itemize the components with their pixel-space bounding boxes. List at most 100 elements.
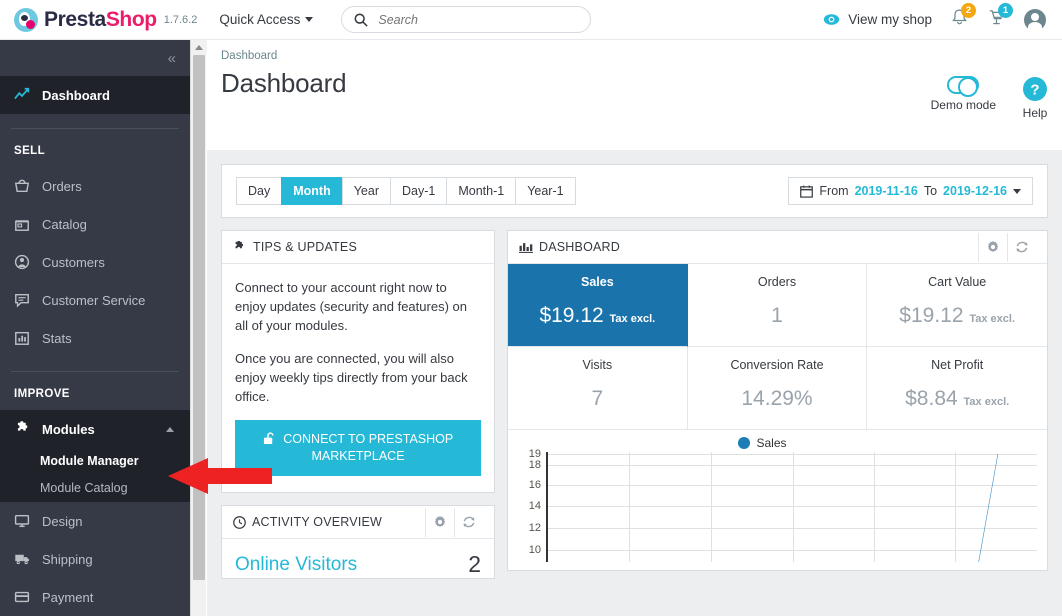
dashboard-columns: TIPS & UPDATES Connect to your account r…: [221, 230, 1048, 579]
kpi-orders[interactable]: Orders 1: [687, 264, 868, 347]
date-btn-month[interactable]: Month: [281, 177, 342, 205]
monitor-icon: [14, 513, 36, 529]
kpi-sub: Tax excl.: [963, 396, 1010, 408]
date-btn-day-1[interactable]: Day-1: [389, 177, 447, 205]
sidebar-item-orders[interactable]: Orders: [0, 167, 190, 205]
chart-plot: 19 18 16 14 12 10: [518, 448, 1037, 562]
sidebar-divider-2: [11, 371, 179, 372]
sidebar-item-design[interactable]: Design: [0, 502, 190, 540]
sidebar-item-customers[interactable]: Customers: [0, 243, 190, 281]
chart-legend: Sales: [518, 436, 1007, 450]
date-btn-day[interactable]: Day: [236, 177, 282, 205]
date-range-buttons: Day Month Year Day-1 Month-1 Year-1: [236, 177, 576, 205]
unlock-icon: [263, 432, 274, 445]
chevron-up-icon: [166, 426, 174, 432]
kpi-visits[interactable]: Visits 7: [508, 347, 688, 430]
activity-panel-header: ACTIVITY OVERVIEW: [222, 506, 494, 539]
search-box[interactable]: [341, 6, 592, 33]
chart-y-axis: 19 18 16 14 12 10: [518, 448, 544, 562]
tips-panel-header: TIPS & UPDATES: [222, 231, 494, 264]
toggle-switch-icon[interactable]: [947, 76, 980, 97]
store-icon: [14, 216, 36, 232]
kpi-amount: 7: [591, 387, 604, 410]
notifications-button[interactable]: 2: [950, 2, 976, 32]
notifications-badge: 2: [961, 2, 976, 18]
settings-button[interactable]: [425, 507, 454, 537]
credit-card-icon: [14, 589, 36, 605]
chart-grid: [546, 452, 1037, 562]
scrollbar-thumb[interactable]: [193, 55, 205, 580]
view-my-shop-link[interactable]: View my shop: [823, 12, 932, 27]
tips-panel-title: TIPS & UPDATES: [253, 240, 357, 254]
left-column: TIPS & UPDATES Connect to your account r…: [221, 230, 495, 579]
collapse-sidebar-icon[interactable]: «: [168, 50, 176, 67]
scroll-up-arrow-icon[interactable]: [191, 40, 207, 54]
sidebar-subitem-module-catalog[interactable]: Module Catalog: [0, 475, 190, 502]
sidebar-item-label: Payment: [42, 589, 94, 605]
sidebar-item-payment[interactable]: Payment: [0, 578, 190, 616]
dashboard-panel-header: DASHBOARD: [508, 231, 1047, 264]
logo-accent-dot: [26, 19, 35, 29]
kpi-sub: Tax excl.: [609, 313, 656, 325]
sidebar-item-customer-service[interactable]: Customer Service: [0, 281, 190, 319]
version-label: 1.7.6.2: [163, 13, 198, 26]
date-btn-year[interactable]: Year: [341, 177, 390, 205]
chevron-down-icon: [305, 17, 314, 22]
refresh-icon: [1016, 241, 1028, 253]
chat-icon: [14, 292, 36, 308]
svg-text:?: ?: [1030, 82, 1039, 99]
legend-dot-icon: [738, 437, 751, 449]
sidebar-item-dashboard[interactable]: Dashboard: [0, 76, 190, 114]
kpi-label: Conversion Rate: [730, 358, 824, 372]
sidebar-item-label: Modules: [42, 421, 95, 437]
sidebar-subitem-module-manager[interactable]: Module Manager: [0, 448, 190, 475]
kpi-amount: 14.29%: [741, 387, 813, 410]
kpi-cart-value[interactable]: Cart Value $19.12 Tax excl.: [867, 264, 1047, 347]
y-tick: 12: [528, 522, 541, 534]
sidebar-divider-1: [11, 128, 179, 129]
date-to-word: To: [923, 184, 938, 198]
logo-presta-text: Presta: [44, 7, 106, 31]
eye-icon: [824, 14, 840, 25]
date-range-picker[interactable]: From 2019-11-16 To 2019-12-16: [788, 177, 1033, 205]
connect-button-label: CONNECT TO PRESTASHOP MARKETPLACE: [283, 432, 454, 463]
sidebar-item-shipping[interactable]: Shipping: [0, 540, 190, 578]
demo-mode-toggle[interactable]: Demo mode: [931, 76, 996, 120]
kpi-value: $8.84 Tax excl.: [871, 387, 1043, 411]
gear-icon: [434, 515, 446, 528]
y-tick: 14: [528, 500, 541, 512]
clock-icon: [233, 515, 246, 529]
kpi-conversion-rate[interactable]: Conversion Rate 14.29%: [687, 347, 868, 430]
refresh-button[interactable]: [454, 507, 483, 537]
dashboard-kpi-panel: DASHBOARD Sales $19.12 Tax excl. Orders …: [507, 230, 1048, 571]
kpi-net-profit[interactable]: Net Profit $8.84 Tax excl.: [867, 347, 1047, 430]
kpi-amount: $8.84: [905, 387, 958, 410]
main-content: Dashboard Dashboard Demo mode ? Help Day…: [207, 40, 1062, 616]
sidebar-item-label: Shipping: [42, 551, 93, 567]
date-btn-month-1[interactable]: Month-1: [446, 177, 516, 205]
kpi-value: $19.12 Tax excl.: [512, 304, 683, 328]
search-input[interactable]: [378, 12, 569, 27]
sidebar-scrollbar[interactable]: [190, 40, 207, 616]
avatar[interactable]: [1024, 8, 1046, 32]
puzzle-icon: [14, 421, 36, 437]
online-visitors-label[interactable]: Online Visitors: [235, 554, 357, 576]
refresh-button[interactable]: [1007, 232, 1036, 262]
quick-access-menu[interactable]: Quick Access: [219, 12, 314, 27]
refresh-icon: [463, 516, 475, 528]
sidebar-item-catalog[interactable]: Catalog: [0, 205, 190, 243]
sidebar-item-modules[interactable]: Modules: [0, 410, 190, 448]
date-from-value: 2019-11-16: [854, 184, 918, 198]
order-notifications-button[interactable]: 1: [987, 2, 1013, 32]
person-circle-icon: [14, 254, 36, 270]
settings-button[interactable]: [978, 232, 1007, 262]
sidebar: « Dashboard SELL Orders Catalog Customer…: [0, 40, 190, 616]
bar-chart-icon: [519, 242, 533, 253]
kpi-sales[interactable]: Sales $19.12 Tax excl.: [508, 264, 688, 347]
sidebar-item-stats[interactable]: Stats: [0, 319, 190, 357]
kpi-label: Visits: [582, 358, 613, 372]
help-button[interactable]: ? Help: [1022, 76, 1048, 120]
sidebar-item-label: Stats: [42, 330, 72, 346]
date-btn-year-1[interactable]: Year-1: [515, 177, 576, 205]
prestashop-logo[interactable]: PrestaShop 1.7.6.2: [14, 7, 198, 32]
